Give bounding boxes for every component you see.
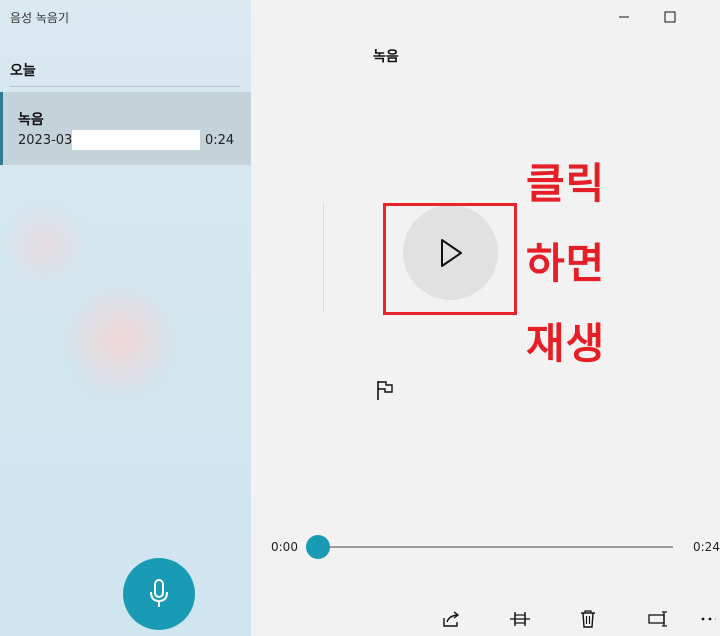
annotation-text-line-1: 클릭 [526, 159, 606, 208]
background-blur [60, 280, 180, 400]
minimize-button[interactable] [601, 0, 647, 34]
background-blur [0, 200, 90, 290]
current-time: 0:00 [271, 540, 298, 554]
flag-icon [377, 381, 393, 400]
section-divider [10, 86, 240, 87]
highlight-box [383, 203, 517, 315]
waveform-marker-line [323, 202, 324, 312]
total-time: 0:24 [693, 540, 720, 554]
share-button[interactable] [439, 607, 463, 631]
trim-button[interactable] [508, 607, 532, 631]
more-icon [701, 617, 716, 621]
more-options-button[interactable] [700, 607, 720, 631]
maximize-icon [664, 11, 676, 23]
app-title: 음성 녹음기 [10, 11, 70, 25]
selection-indicator [0, 92, 3, 165]
recording-title: 녹음 [373, 49, 399, 65]
annotation-text-line-3: 재생 [526, 319, 606, 368]
recordings-pane: 음성 녹음기 오늘 녹음 2023-03 0:24 [0, 0, 251, 636]
redacted-area [72, 130, 200, 150]
section-header-today: 오늘 [10, 63, 36, 79]
record-button[interactable] [123, 558, 195, 630]
rename-icon [648, 611, 667, 627]
microphone-icon [150, 579, 168, 607]
maximize-button[interactable] [647, 0, 693, 34]
recording-list-item[interactable]: 녹음 2023-03 0:24 [0, 92, 251, 165]
seek-track[interactable] [318, 546, 673, 548]
share-icon [443, 611, 460, 627]
trim-icon [510, 612, 530, 626]
recording-name: 녹음 [18, 112, 44, 128]
recording-date: 2023-03 [18, 133, 73, 148]
minimize-icon [619, 16, 629, 18]
recording-duration: 0:24 [205, 133, 235, 148]
rename-button[interactable] [646, 607, 670, 631]
delete-button[interactable] [576, 607, 600, 631]
add-marker-button[interactable] [373, 378, 397, 404]
annotation-text-line-2: 하면 [526, 239, 606, 288]
delete-icon [581, 610, 595, 628]
seek-thumb[interactable] [306, 535, 330, 559]
